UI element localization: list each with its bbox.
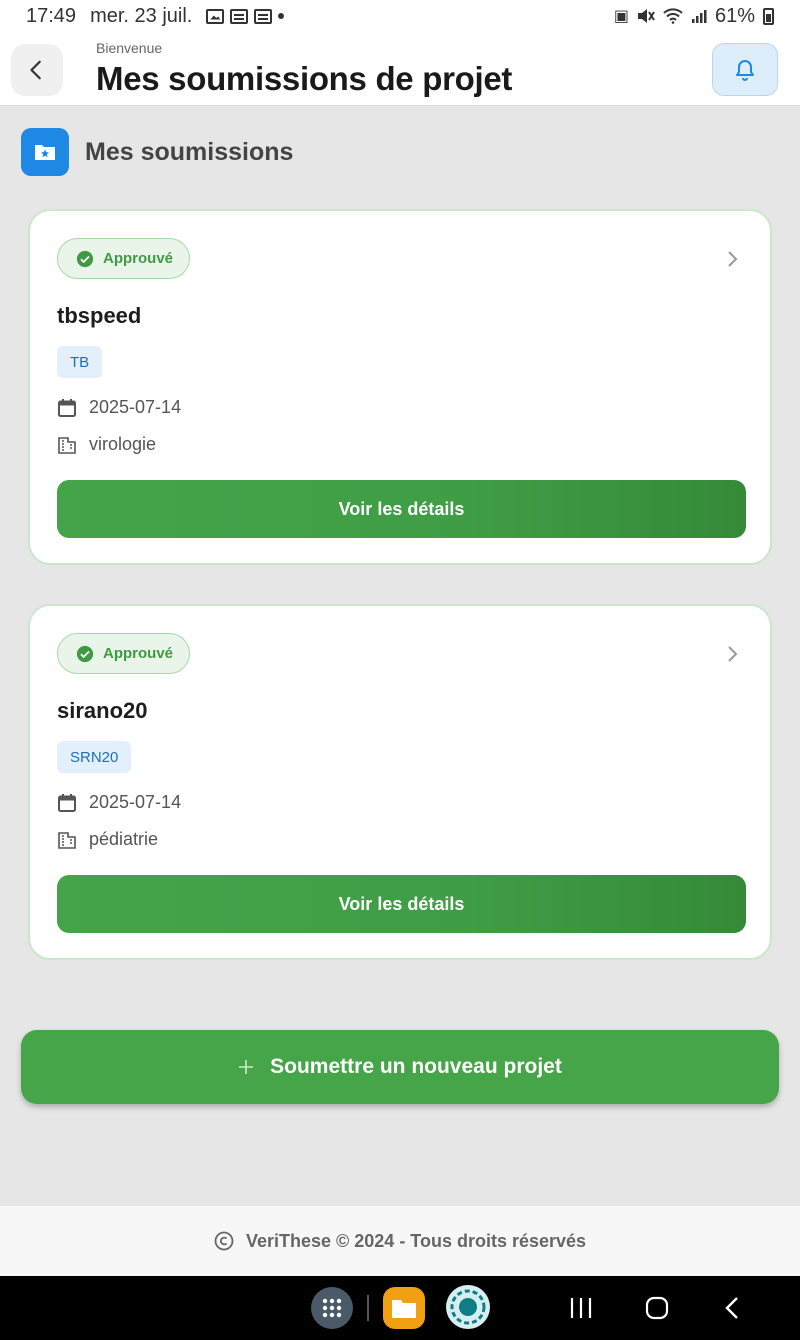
back-button[interactable] [11, 44, 63, 96]
notifications-button[interactable] [712, 43, 778, 96]
submit-new-project-label: Soumettre un nouveau projet [270, 1055, 562, 1078]
view-details-button[interactable]: Voir les détails [57, 480, 746, 538]
plus-icon [239, 1060, 254, 1074]
chevron-right-icon[interactable] [726, 644, 740, 664]
camera-app-button[interactable] [446, 1285, 490, 1329]
project-code-tag: SRN20 [57, 741, 132, 773]
submit-new-project-button[interactable]: Soumettre un nouveau projet [21, 1030, 779, 1104]
wifi-icon [663, 8, 683, 24]
calendar-icon [58, 398, 76, 417]
folder-star-icon [21, 128, 69, 176]
calendar-icon [58, 793, 76, 812]
footer-text: VeriThese © 2024 - Tous droits réservés [245, 1230, 587, 1251]
project-name: sirano20 [57, 698, 148, 723]
project-name: tbspeed [57, 303, 142, 328]
building-icon [58, 436, 76, 454]
chevron-left-icon [30, 60, 41, 80]
copyright-icon [214, 1231, 234, 1251]
submission-date: 2025-07-14 [89, 397, 182, 417]
submission-date: 2025-07-14 [89, 792, 182, 812]
camera-lens-icon [450, 1289, 486, 1325]
status-badge: Approuvé [57, 238, 191, 279]
header-subtitle: Bienvenue [96, 40, 163, 56]
submission-date-row: 2025-07-14 [57, 397, 181, 418]
news-notification-icon [230, 8, 249, 24]
section-heading: Mes soumissions [21, 128, 293, 176]
department-name: pédiatrie [89, 829, 159, 849]
grid-icon [322, 1298, 342, 1318]
status-right: ▣ 61% [614, 5, 774, 28]
files-app-button[interactable] [383, 1287, 425, 1329]
system-navigation-bar [0, 1276, 800, 1340]
view-details-button[interactable]: Voir les détails [57, 875, 746, 933]
page-title: Mes soumissions de projet [96, 60, 513, 97]
app-header: Bienvenue Mes soumissions de projet [0, 32, 800, 106]
nav-separator [367, 1295, 369, 1321]
project-code-tag: TB [57, 346, 103, 378]
battery-saver-icon: ▣ [613, 8, 629, 25]
gallery-notification-icon [206, 8, 225, 24]
submission-card[interactable]: Approuvé sirano20 SRN20 2025-07-14 pédia… [28, 604, 772, 960]
home-icon[interactable] [645, 1296, 669, 1320]
notification-icons [206, 8, 285, 24]
department-row: pédiatrie [57, 829, 158, 850]
signal-icon [691, 10, 707, 23]
chevron-right-icon[interactable] [726, 249, 740, 269]
mute-icon [637, 9, 655, 23]
folder-icon [392, 1300, 416, 1318]
status-left: 17:49 mer. 23 juil. [26, 4, 285, 28]
more-notifications-icon [278, 13, 285, 19]
back-nav-icon[interactable] [722, 1296, 742, 1320]
footer: VeriThese © 2024 - Tous droits réservés [0, 1206, 800, 1276]
battery-icon [763, 7, 774, 25]
bell-icon [736, 59, 754, 81]
check-circle-icon [76, 645, 94, 662]
status-date: mer. 23 juil. [90, 4, 193, 27]
recent-apps-icon[interactable] [569, 1297, 593, 1319]
building-icon [58, 831, 76, 849]
app-drawer-button[interactable] [311, 1287, 353, 1329]
status-label: Approuvé [103, 250, 174, 267]
submission-date-row: 2025-07-14 [57, 792, 181, 813]
system-status-bar: 17:49 mer. 23 juil. ▣ 61% [0, 0, 800, 32]
section-title: Mes soumissions [85, 137, 294, 166]
status-badge: Approuvé [57, 633, 191, 674]
status-time: 17:49 [26, 4, 77, 27]
check-circle-icon [76, 250, 94, 267]
department-name: virologie [89, 434, 157, 454]
department-row: virologie [57, 434, 156, 455]
status-label: Approuvé [103, 645, 174, 662]
submission-card[interactable]: Approuvé tbspeed TB 2025-07-14 virologie… [28, 209, 772, 565]
battery-percent: 61% [714, 4, 755, 27]
news-notification-icon-2 [254, 8, 273, 24]
